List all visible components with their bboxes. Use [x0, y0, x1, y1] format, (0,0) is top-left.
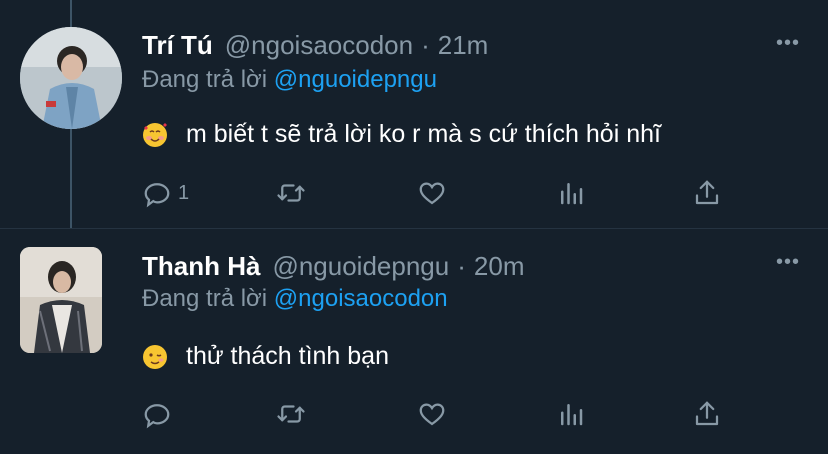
replying-to: Đang trả lời @nguoidepngu — [142, 66, 437, 94]
mention-link[interactable]: @ngoisaocodon — [274, 285, 448, 312]
retweet-button[interactable] — [276, 399, 306, 429]
replying-to-label: Đang trả lời — [142, 66, 268, 93]
share-icon — [695, 401, 719, 426]
analytics-icon — [561, 404, 583, 426]
timestamp[interactable]: 20m — [474, 251, 525, 282]
heart-icon — [419, 182, 445, 205]
tweet-text: m biết t sẽ trả lời ko r mà s cứ thích h… — [142, 120, 661, 149]
avatar[interactable] — [20, 27, 122, 129]
tweet[interactable]: Trí Tú @ngoisaocodon · 21m ••• Đang trả … — [0, 0, 828, 228]
reply-icon — [144, 183, 170, 208]
tweet-text: thử thách tình bạn — [142, 342, 389, 371]
reply-count: 1 — [178, 181, 190, 204]
analytics-button[interactable] — [556, 399, 586, 429]
user-handle[interactable]: @nguoidepngu — [272, 251, 449, 282]
more-options-icon[interactable]: ••• — [776, 32, 800, 55]
replying-to: Đang trả lời @ngoisaocodon — [142, 285, 448, 313]
analytics-button[interactable] — [556, 178, 586, 208]
avatar[interactable] — [20, 247, 102, 353]
smiling-face-with-hearts-icon — [142, 122, 168, 148]
reply-button[interactable] — [142, 399, 178, 429]
reply-button[interactable]: 1 — [142, 178, 189, 208]
like-button[interactable] — [417, 178, 447, 208]
display-name[interactable]: Trí Tú — [142, 30, 213, 61]
separator: · — [421, 30, 430, 60]
share-button[interactable] — [692, 178, 722, 208]
analytics-icon — [561, 183, 583, 205]
action-bar — [142, 399, 722, 435]
reply-icon — [144, 404, 170, 429]
heart-icon — [419, 403, 445, 426]
more-options-icon[interactable]: ••• — [776, 251, 800, 274]
display-name[interactable]: Thanh Hà — [142, 251, 260, 282]
retweet-icon — [277, 184, 305, 202]
tweet[interactable]: Thanh Hà @nguoidepngu · 20m ••• Đang trả… — [0, 228, 828, 454]
tweet-body: thử thách tình bạn — [186, 342, 389, 370]
timestamp[interactable]: 21m — [438, 30, 489, 61]
winking-face-icon — [142, 344, 168, 370]
mention-link[interactable]: @nguoidepngu — [274, 66, 437, 93]
retweet-button[interactable] — [276, 178, 306, 208]
user-handle[interactable]: @ngoisaocodon — [225, 30, 413, 61]
share-icon — [695, 180, 719, 205]
action-bar: 1 — [142, 178, 722, 214]
tweet-body: m biết t sẽ trả lời ko r mà s cứ thích h… — [186, 120, 661, 148]
replying-to-label: Đang trả lời — [142, 285, 268, 312]
share-button[interactable] — [692, 399, 722, 429]
like-button[interactable] — [417, 399, 447, 429]
retweet-icon — [277, 405, 305, 423]
separator: · — [457, 251, 466, 281]
